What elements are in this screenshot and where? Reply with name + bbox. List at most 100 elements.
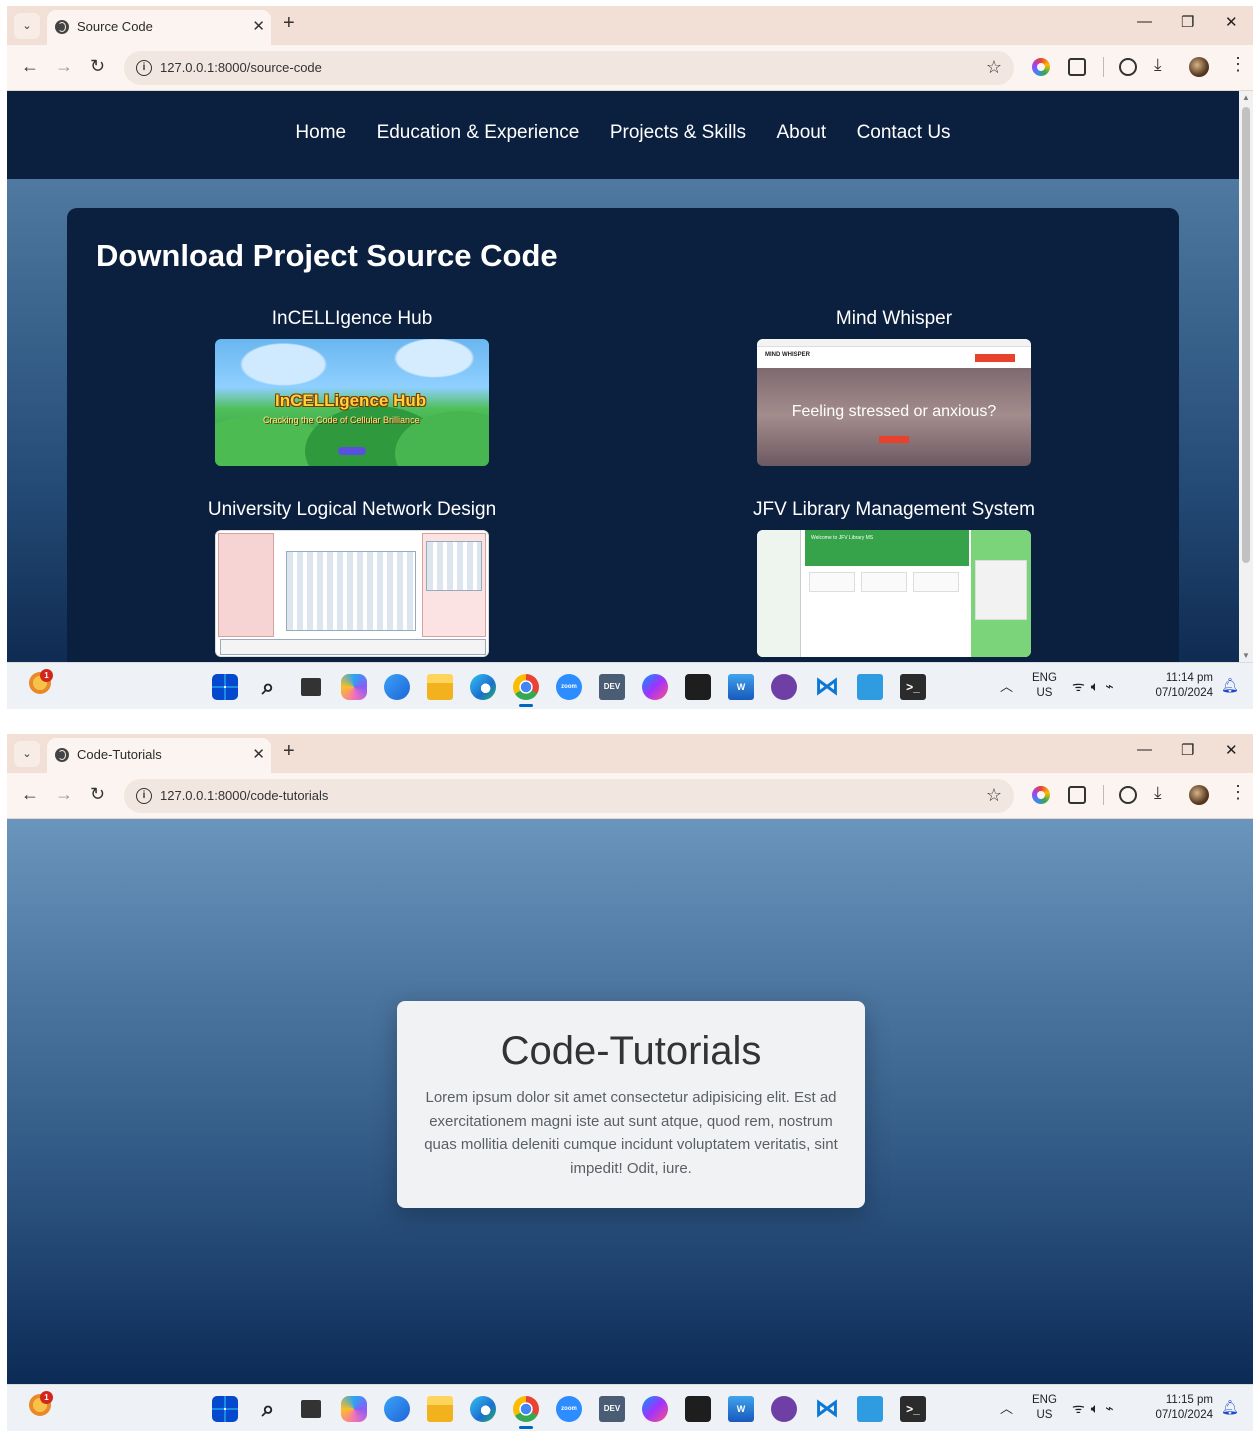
figma-icon[interactable] <box>685 674 711 700</box>
project-title: JFV Library Management System <box>753 499 1035 520</box>
forward-icon[interactable]: → <box>55 56 73 77</box>
search-icon[interactable]: ⌕ <box>255 674 281 700</box>
task-view-icon[interactable] <box>301 678 321 696</box>
minimize-icon[interactable]: — <box>1137 13 1152 30</box>
vscode-icon[interactable]: ⋈ <box>814 674 840 700</box>
scroll-down-icon[interactable]: ▼ <box>1239 651 1253 660</box>
notepad-icon[interactable] <box>857 1396 883 1422</box>
menu-icon[interactable]: ⋮ <box>1229 54 1247 75</box>
download-icon[interactable]: ⤓ <box>1154 55 1162 75</box>
copilot-icon[interactable] <box>341 674 367 700</box>
project-thumbnail[interactable]: MIND WHISPER Feeling stressed or anxious… <box>757 339 1031 466</box>
language-code: ENG <box>1032 672 1057 684</box>
url-text[interactable]: 127.0.0.1:8000/source-code <box>160 60 322 75</box>
file-explorer-icon[interactable] <box>427 674 453 700</box>
forward-icon[interactable]: → <box>55 784 73 805</box>
nav-education[interactable]: Education & Experience <box>377 122 580 144</box>
copilot-icon[interactable] <box>341 1396 367 1422</box>
word-icon[interactable]: W <box>728 674 754 700</box>
messenger-icon[interactable] <box>642 1396 668 1422</box>
clock[interactable]: 11:15 pm 07/10/2024 <box>1151 1393 1213 1423</box>
tab-search-icon[interactable]: ⌄ <box>14 741 40 767</box>
window-close-icon[interactable]: ✕ <box>1225 741 1238 759</box>
system-tray[interactable]: ᯤ🔈︎⌁ <box>1072 677 1120 696</box>
zoom-icon[interactable]: zoom <box>556 674 582 700</box>
file-explorer-icon[interactable] <box>427 1396 453 1422</box>
dev-icon[interactable]: DEV <box>599 674 625 700</box>
menu-icon[interactable]: ⋮ <box>1229 782 1247 803</box>
circle-extension-icon[interactable] <box>1119 786 1137 804</box>
active-indicator <box>519 704 533 707</box>
bell-icon[interactable]: 🔔︎ <box>1221 677 1239 694</box>
terminal-icon[interactable]: >_ <box>900 674 926 700</box>
restore-icon[interactable]: ❐ <box>1181 741 1194 759</box>
word-icon[interactable]: W <box>728 1396 754 1422</box>
new-tab-icon[interactable]: + <box>283 12 295 35</box>
store-icon[interactable] <box>384 674 410 700</box>
github-icon[interactable] <box>771 674 797 700</box>
chevron-up-icon[interactable]: ︿ <box>1000 1398 1013 1417</box>
system-tray[interactable]: ᯤ🔈︎⌁ <box>1072 1399 1120 1418</box>
dev-icon[interactable]: DEV <box>599 1396 625 1422</box>
reload-icon[interactable]: ↻ <box>90 56 105 77</box>
puzzle-extension-icon[interactable] <box>1068 58 1086 76</box>
address-bar[interactable]: i 127.0.0.1:8000/source-code ☆ <box>124 51 1014 85</box>
window-close-icon[interactable]: ✕ <box>1225 13 1238 31</box>
nav-home[interactable]: Home <box>295 122 346 144</box>
close-icon[interactable]: ✕ <box>252 745 265 763</box>
url-text[interactable]: 127.0.0.1:8000/code-tutorials <box>160 788 328 803</box>
vscode-icon[interactable]: ⋈ <box>814 1396 840 1422</box>
star-icon[interactable]: ☆ <box>986 785 1002 806</box>
store-icon[interactable] <box>384 1396 410 1422</box>
github-icon[interactable] <box>771 1396 797 1422</box>
nav-about[interactable]: About <box>776 122 826 144</box>
scroll-up-icon[interactable]: ▲ <box>1239 93 1253 102</box>
clock[interactable]: 11:14 pm 07/10/2024 <box>1151 671 1213 701</box>
browser-tab[interactable]: Code-Tutorials ✕ <box>47 738 271 773</box>
color-extension-icon[interactable] <box>1032 786 1050 804</box>
project-thumbnail[interactable]: InCELLigence Hub Cracking the Code of Ce… <box>215 339 489 466</box>
star-icon[interactable]: ☆ <box>986 57 1002 78</box>
close-icon[interactable]: ✕ <box>252 17 265 35</box>
chrome-icon[interactable] <box>513 674 539 707</box>
terminal-icon[interactable]: >_ <box>900 1396 926 1422</box>
info-icon[interactable]: i <box>136 60 152 76</box>
color-extension-icon[interactable] <box>1032 58 1050 76</box>
project-thumbnail[interactable] <box>215 530 489 657</box>
nav-projects[interactable]: Projects & Skills <box>610 122 746 144</box>
search-icon[interactable]: ⌕ <box>255 1396 281 1422</box>
chevron-up-icon[interactable]: ︿ <box>1000 676 1013 695</box>
address-bar[interactable]: i 127.0.0.1:8000/code-tutorials ☆ <box>124 779 1014 813</box>
info-icon[interactable]: i <box>136 788 152 804</box>
windows-start-icon[interactable] <box>212 674 238 700</box>
nav-contact[interactable]: Contact Us <box>857 122 951 144</box>
scroll-thumb[interactable] <box>1242 107 1250 563</box>
minimize-icon[interactable]: — <box>1137 741 1152 758</box>
avatar-icon[interactable] <box>1189 57 1209 77</box>
project-thumbnail[interactable]: Welcome to JFV Library MS <box>757 530 1031 657</box>
download-icon[interactable]: ⤓ <box>1154 783 1162 803</box>
back-icon[interactable]: ← <box>21 56 39 77</box>
browser-tab[interactable]: Source Code ✕ <box>47 10 271 45</box>
language-indicator[interactable]: ENG US <box>1032 671 1057 701</box>
chrome-icon[interactable] <box>513 1396 539 1429</box>
language-indicator[interactable]: ENG US <box>1032 1393 1057 1423</box>
reload-icon[interactable]: ↻ <box>90 784 105 805</box>
edge-icon[interactable] <box>470 1396 496 1422</box>
page-scrollbar[interactable]: ▲ ▼ <box>1239 91 1253 662</box>
edge-icon[interactable] <box>470 674 496 700</box>
new-tab-icon[interactable]: + <box>283 740 295 763</box>
circle-extension-icon[interactable] <box>1119 58 1137 76</box>
zoom-icon[interactable]: zoom <box>556 1396 582 1422</box>
tab-search-icon[interactable]: ⌄ <box>14 13 40 39</box>
bell-icon[interactable]: 🔔︎ <box>1221 1399 1239 1416</box>
windows-start-icon[interactable] <box>212 1396 238 1422</box>
restore-icon[interactable]: ❐ <box>1181 13 1194 31</box>
puzzle-extension-icon[interactable] <box>1068 786 1086 804</box>
avatar-icon[interactable] <box>1189 785 1209 805</box>
messenger-icon[interactable] <box>642 674 668 700</box>
figma-icon[interactable] <box>685 1396 711 1422</box>
task-view-icon[interactable] <box>301 1400 321 1418</box>
notepad-icon[interactable] <box>857 674 883 700</box>
back-icon[interactable]: ← <box>21 784 39 805</box>
